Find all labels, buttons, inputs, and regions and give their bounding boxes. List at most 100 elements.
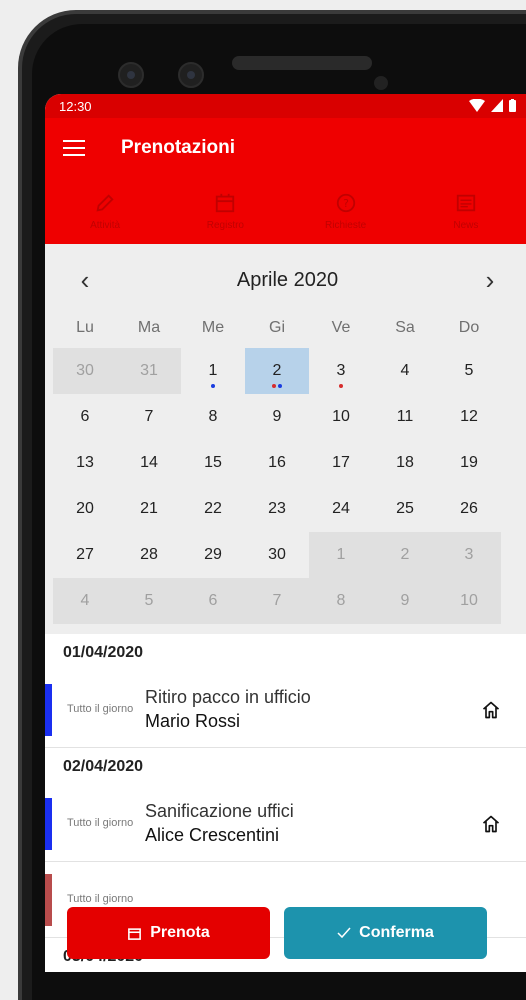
calendar-day[interactable]: 6 [53, 394, 117, 440]
day-number: 8 [208, 408, 218, 425]
calendar-day[interactable]: 5 [437, 348, 501, 394]
day-number: 21 [140, 500, 158, 517]
calendar-day[interactable]: 21 [117, 486, 181, 532]
day-number: 1 [208, 362, 218, 379]
day-number: 12 [460, 408, 478, 425]
tab-attivita[interactable]: Attività [45, 178, 165, 244]
day-number: 6 [80, 408, 90, 425]
calendar-day[interactable]: 30 [245, 532, 309, 578]
event-icon-wrap [456, 814, 526, 834]
proximity-sensor [374, 76, 388, 90]
day-number: 4 [80, 592, 90, 609]
calendar-day[interactable]: 10 [309, 394, 373, 440]
day-number: 4 [400, 362, 410, 379]
day-number: 29 [204, 546, 222, 563]
calendar-day[interactable]: 7 [245, 578, 309, 624]
calendar-grid: Lu Ma Me Gi Ve Sa Do 30 31 1 2 3 4 5 6 7 8 9 10 11 12 13 14 15 1… [53, 308, 526, 624]
calendar-day[interactable]: 1 [181, 348, 245, 394]
event-item[interactable]: Tutto il giorno Ritiro pacco in ufficio Ma… [45, 672, 526, 748]
day-number: 3 [464, 546, 474, 563]
calendar-icon [216, 193, 235, 212]
prev-month-button[interactable]: ‹ [73, 267, 97, 293]
day-number: 30 [76, 362, 94, 379]
day-number: 18 [396, 454, 414, 471]
calendar-day[interactable]: 8 [181, 394, 245, 440]
day-number: 2 [272, 362, 282, 379]
weekday-label: Do [458, 319, 480, 336]
calendar-day[interactable]: 9 [245, 394, 309, 440]
calendar-day[interactable]: 11 [373, 394, 437, 440]
calendar-day[interactable]: 30 [53, 348, 117, 394]
status-time: 12:30 [59, 98, 92, 114]
day-number: 23 [268, 500, 286, 517]
calendar-day[interactable]: 12 [437, 394, 501, 440]
calendar-day[interactable]: 27 [53, 532, 117, 578]
day-number: 5 [464, 362, 474, 379]
check-icon [337, 927, 351, 939]
weekday-label: Ma [137, 319, 161, 336]
calendar-day[interactable]: 1 [309, 532, 373, 578]
calendar-day[interactable]: 14 [117, 440, 181, 486]
tab-richieste[interactable]: ? Richieste [286, 178, 406, 244]
newspaper-icon [456, 194, 476, 211]
day-number: 16 [268, 454, 286, 471]
calendar-day[interactable]: 28 [117, 532, 181, 578]
calendar-day[interactable]: 5 [117, 578, 181, 624]
tab-registro[interactable]: Registro [165, 178, 285, 244]
conferma-button[interactable]: Conferma [284, 907, 487, 959]
day-number: 26 [460, 500, 478, 517]
event-person: Alice Crescentini [145, 825, 280, 845]
calendar-day[interactable]: 25 [373, 486, 437, 532]
calendar-day[interactable]: 13 [53, 440, 117, 486]
calendar-day[interactable]: 6 [181, 578, 245, 624]
weekday-label: Me [201, 319, 225, 336]
wifi-icon [469, 99, 485, 112]
calendar-day[interactable]: 2 [373, 532, 437, 578]
conferma-label: Conferma [359, 924, 434, 941]
day-number: 15 [204, 454, 222, 471]
calendar-day[interactable]: 17 [309, 440, 373, 486]
day-number: 20 [76, 500, 94, 517]
calendar-icon [128, 927, 142, 940]
event-dots [245, 384, 309, 388]
calendar-day[interactable]: 18 [373, 440, 437, 486]
calendar-day[interactable]: 3 [437, 532, 501, 578]
calendar-day[interactable]: 8 [309, 578, 373, 624]
calendar-month: Aprile 2020 [236, 268, 339, 291]
weekday-label: Sa [395, 319, 415, 336]
weekday-label: Lu [76, 319, 94, 336]
calendar-day[interactable]: 20 [53, 486, 117, 532]
day-number: 30 [268, 546, 286, 563]
calendar-day[interactable]: 9 [373, 578, 437, 624]
calendar-day[interactable]: 24 [309, 486, 373, 532]
day-number: 7 [144, 408, 154, 425]
calendar-day[interactable]: 7 [117, 394, 181, 440]
calendar-day[interactable]: 10 [437, 578, 501, 624]
calendar-day[interactable]: 26 [437, 486, 501, 532]
day-number: 14 [140, 454, 158, 471]
calendar-day[interactable]: 2 [245, 348, 309, 394]
calendar-day[interactable]: 3 [309, 348, 373, 394]
day-number: 3 [336, 362, 346, 379]
calendar-day[interactable]: 29 [181, 532, 245, 578]
calendar-day[interactable]: 16 [245, 440, 309, 486]
pencil-icon [96, 193, 114, 212]
calendar: ‹ Aprile 2020 › Lu Ma Me Gi Ve Sa Do 30 31 1 2 3 4 5 6… [45, 244, 526, 634]
calendar-day[interactable]: 23 [245, 486, 309, 532]
calendar-day[interactable]: 22 [181, 486, 245, 532]
calendar-day[interactable]: 15 [181, 440, 245, 486]
event-text [145, 898, 526, 901]
menu-icon[interactable] [63, 140, 85, 156]
event-dot [272, 384, 276, 388]
calendar-day[interactable]: 31 [117, 348, 181, 394]
event-dot [339, 384, 343, 388]
calendar-day[interactable]: 4 [373, 348, 437, 394]
event-item[interactable]: Tutto il giorno Sanificazione uffici Alice… [45, 786, 526, 862]
calendar-day[interactable]: 19 [437, 440, 501, 486]
prenota-button[interactable]: Prenota [67, 907, 270, 959]
event-dot [211, 384, 215, 388]
next-month-button[interactable]: › [478, 267, 502, 293]
event-title: Ritiro pacco in ufficio [145, 687, 311, 707]
tab-news[interactable]: News [406, 178, 526, 244]
calendar-day[interactable]: 4 [53, 578, 117, 624]
